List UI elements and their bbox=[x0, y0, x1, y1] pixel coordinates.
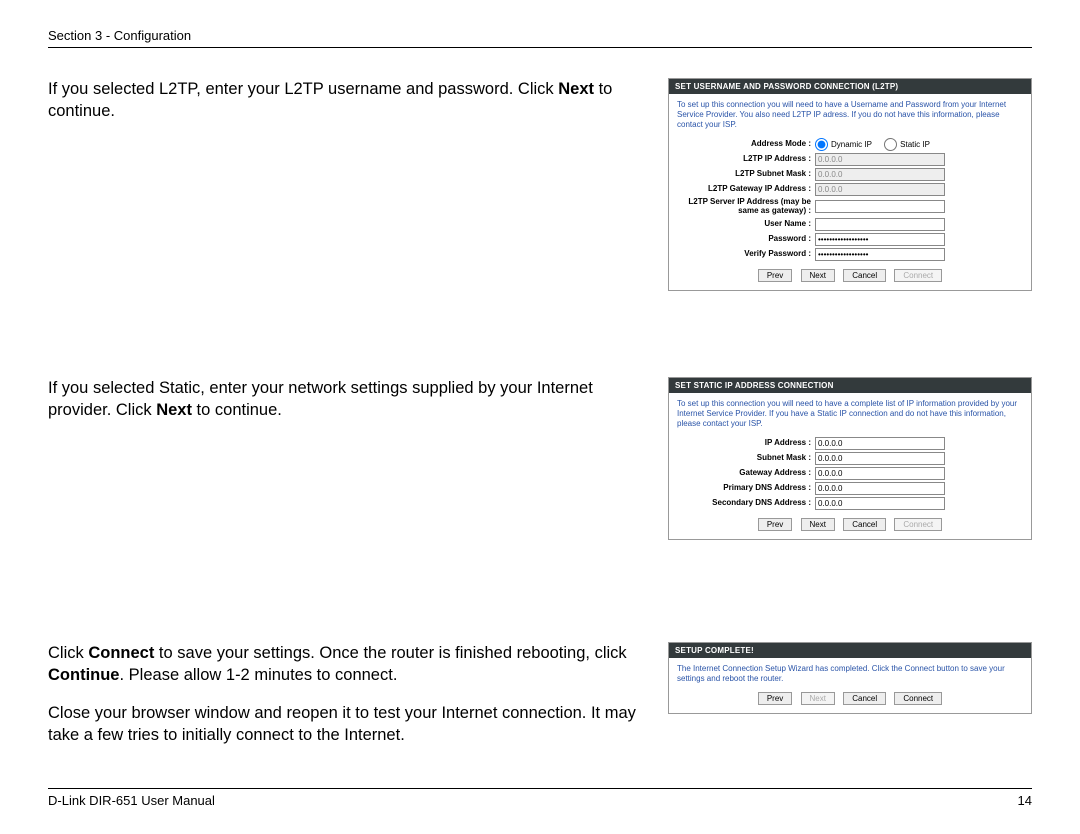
l2tp-panel-desc: To set up this connection you will need … bbox=[677, 100, 1023, 130]
connect-button: Connect bbox=[894, 518, 942, 531]
l2tp-server-input[interactable] bbox=[815, 200, 945, 213]
complete-panel: SETUP COMPLETE! The Internet Connection … bbox=[668, 642, 1032, 714]
l2tp-panel: SET USERNAME AND PASSWORD CONNECTION (L2… bbox=[668, 78, 1032, 291]
address-mode-label: Address Mode : bbox=[677, 140, 815, 149]
static-panel-desc: To set up this connection you will need … bbox=[677, 399, 1023, 429]
prev-button[interactable]: Prev bbox=[758, 269, 792, 282]
connect-button[interactable]: Connect bbox=[894, 692, 942, 705]
page-header: Section 3 - Configuration bbox=[48, 28, 1032, 48]
radio-dynamic-ip[interactable]: Dynamic IP bbox=[815, 140, 872, 149]
cancel-button[interactable]: Cancel bbox=[843, 269, 886, 282]
static-ip-input[interactable] bbox=[815, 437, 945, 450]
static-panel: SET STATIC IP ADDRESS CONNECTION To set … bbox=[668, 377, 1032, 540]
static-dns2-input[interactable] bbox=[815, 497, 945, 510]
page-footer: D-Link DIR-651 User Manual 14 bbox=[48, 788, 1032, 808]
complete-panel-desc: The Internet Connection Setup Wizard has… bbox=[677, 664, 1023, 684]
next-button[interactable]: Next bbox=[801, 518, 835, 531]
connect-button: Connect bbox=[894, 269, 942, 282]
static-panel-title: SET STATIC IP ADDRESS CONNECTION bbox=[669, 378, 1031, 393]
cancel-button[interactable]: Cancel bbox=[843, 518, 886, 531]
footer-page-number: 14 bbox=[1018, 793, 1032, 808]
footer-manual-name: D-Link DIR-651 User Manual bbox=[48, 793, 215, 808]
l2tp-password-input[interactable] bbox=[815, 233, 945, 246]
l2tp-subnet-input[interactable] bbox=[815, 168, 945, 181]
static-subnet-input[interactable] bbox=[815, 452, 945, 465]
l2tp-username-input[interactable] bbox=[815, 218, 945, 231]
radio-static-ip[interactable]: Static IP bbox=[884, 140, 930, 149]
next-button: Next bbox=[801, 692, 835, 705]
l2tp-verify-password-input[interactable] bbox=[815, 248, 945, 261]
static-instruction: If you selected Static, enter your netwo… bbox=[48, 377, 650, 540]
connect-instruction: Click Connect to save your settings. Onc… bbox=[48, 642, 650, 747]
prev-button[interactable]: Prev bbox=[758, 692, 792, 705]
l2tp-instruction: If you selected L2TP, enter your L2TP us… bbox=[48, 78, 650, 291]
next-button[interactable]: Next bbox=[801, 269, 835, 282]
cancel-button[interactable]: Cancel bbox=[843, 692, 886, 705]
l2tp-panel-title: SET USERNAME AND PASSWORD CONNECTION (L2… bbox=[669, 79, 1031, 94]
static-gateway-input[interactable] bbox=[815, 467, 945, 480]
complete-panel-title: SETUP COMPLETE! bbox=[669, 643, 1031, 658]
static-dns1-input[interactable] bbox=[815, 482, 945, 495]
l2tp-gateway-input[interactable] bbox=[815, 183, 945, 196]
prev-button[interactable]: Prev bbox=[758, 518, 792, 531]
l2tp-ip-input[interactable] bbox=[815, 153, 945, 166]
